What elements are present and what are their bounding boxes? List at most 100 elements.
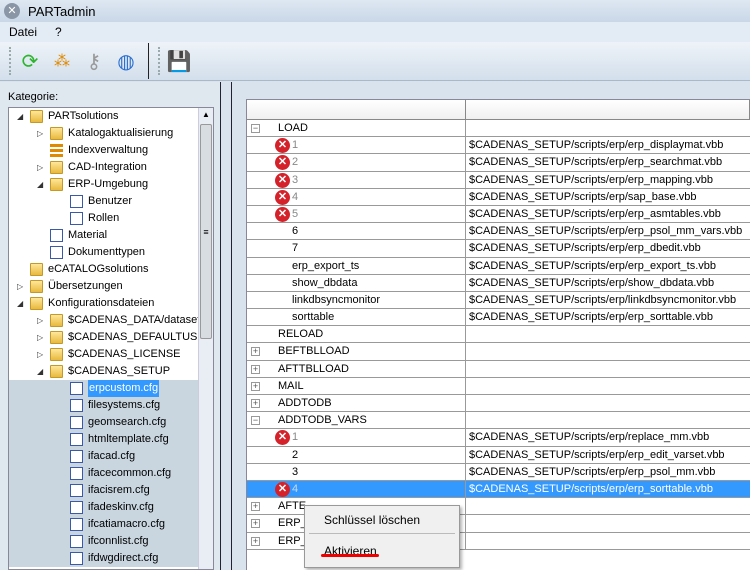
scrollbar-thumb[interactable]: ≡ [200,124,212,339]
tree-item[interactable]: ▷ $CADENAS_DATA/datasetup [9,312,213,329]
key-cell[interactable]: − ADDTODB_VARS [247,412,466,429]
tree-item[interactable]: ◢ Konfigurationsdateien [9,295,199,312]
key-cell[interactable]: + BEFTBLLOAD [247,343,466,360]
key-cell[interactable]: ✕ 2 [247,154,466,171]
collapse-icon[interactable]: ◢ [17,108,25,125]
expand-icon[interactable]: ▷ [37,125,45,142]
key-cell[interactable]: 6 [247,223,466,240]
grid-row[interactable]: ✕ 1 $CADENAS_SETUP/scripts/erp/replace_mm.… [247,429,750,447]
grid-row[interactable]: + MAIL [247,377,750,395]
update-globe-icon[interactable]: ◍ [113,48,139,74]
key-cell[interactable]: + MAIL [247,377,466,394]
key-cell[interactable]: + ADDTODB [247,395,466,412]
key-cell[interactable]: ✕ 1 [247,137,466,154]
save-icon[interactable]: 💾 [166,48,192,74]
value-cell[interactable]: $CADENAS_SETUP/scripts/erp/erp_dbedit.vb… [466,240,750,256]
key-cell[interactable]: 7 [247,240,466,257]
grid-row[interactable]: sorttable $CADENAS_SETUP/scripts/erp/erp_… [247,309,750,327]
value-cell[interactable]: $CADENAS_SETUP/scripts/erp/erp_sorttable… [466,481,750,497]
column-header-key[interactable] [247,100,466,119]
tree-item[interactable]: ◢ $CADENAS_SETUP [9,363,199,380]
value-cell[interactable] [466,395,750,411]
tree-item[interactable]: geomsearch.cfg [9,414,199,431]
value-cell[interactable]: $CADENAS_SETUP/scripts/erp/erp_sorttable… [466,309,750,325]
value-cell[interactable] [466,498,750,514]
value-cell[interactable]: $CADENAS_SETUP/scripts/erp/erp_psol_mm_v… [466,223,750,239]
tree-item[interactable]: ifacecommon.cfg [9,465,199,482]
grid-row[interactable]: linkdbsyncmonitor $CADENAS_SETUP/scripts/… [247,291,750,310]
tree-structure-icon[interactable]: ⁂ [49,48,75,74]
value-cell[interactable] [466,533,750,549]
tree-item[interactable]: htmltemplate.cfg [9,431,199,448]
grid-row[interactable]: − LOAD [247,120,750,138]
key-cell[interactable]: show_dbdata [247,274,466,291]
grid-row[interactable]: show_dbdata $CADENAS_SETUP/scripts/erp/sh… [247,274,750,292]
collapse-icon[interactable]: − [251,124,260,133]
grid-row[interactable]: + BEFTBLLOAD [247,343,750,361]
collapse-icon[interactable]: ◢ [37,176,45,193]
value-cell[interactable] [466,326,750,342]
value-cell[interactable] [466,412,750,428]
key-cell[interactable]: RELOAD [247,326,466,343]
key-cell[interactable]: ✕ 3 [247,171,466,188]
key-cell[interactable]: sorttable [247,309,466,326]
value-cell[interactable]: $CADENAS_SETUP/scripts/erp/replace_mm.vb… [466,429,750,445]
expand-icon[interactable]: ▷ [37,159,45,176]
grid-row[interactable]: 7 $CADENAS_SETUP/scripts/erp/erp_dbedit.v… [247,240,750,258]
tree-item[interactable]: ◢ PARTsolutions [9,108,199,125]
key-cell[interactable]: ✕ 4 [247,188,466,205]
tree-item[interactable]: ifacisrem.cfg [9,482,199,499]
grid-row[interactable]: ✕ 2 $CADENAS_SETUP/scripts/erp/erp_searchm… [247,154,750,172]
key-cell[interactable]: 2 [247,446,466,463]
tree-item[interactable]: Rollen [9,210,199,227]
expand-icon[interactable]: + [251,399,260,408]
grid-row[interactable]: + AFTTBLLOAD [247,360,750,378]
tree-item[interactable]: ▷ $CADENAS_LICENSE [9,346,199,363]
tree-item[interactable]: ◢ ERP-Umgebung [9,176,199,193]
tree-item[interactable]: filesystems.cfg [9,397,199,414]
grid-row[interactable]: ✕ 4 $CADENAS_SETUP/scripts/erp/sap_base.vb… [247,188,750,206]
refresh-icon[interactable]: ⟳ [17,48,43,74]
grid-row[interactable]: 2 $CADENAS_SETUP/scripts/erp/erp_edit_var… [247,446,750,464]
column-header-value[interactable] [466,100,750,119]
value-cell[interactable]: $CADENAS_SETUP/scripts/erp/erp_displayma… [466,137,750,153]
value-cell[interactable]: $CADENAS_SETUP/scripts/erp/show_dbdata.v… [466,275,750,291]
tree-item[interactable]: erpcustom.cfg [9,380,199,397]
tree-item[interactable]: ifcatiamacro.cfg [9,516,199,533]
expand-icon[interactable]: ▷ [37,346,45,363]
expand-icon[interactable]: ▷ [37,329,45,346]
tree-item[interactable]: Benutzer [9,193,199,210]
value-cell[interactable]: $CADENAS_SETUP/scripts/erp/erp_edit_vars… [466,447,750,463]
value-cell[interactable]: $CADENAS_SETUP/scripts/erp/erp_export_ts… [466,258,750,274]
grid-row[interactable]: 3 $CADENAS_SETUP/scripts/erp/erp_psol_mm.… [247,463,750,481]
value-cell[interactable]: $CADENAS_SETUP/scripts/erp/erp_mapping.v… [466,172,750,188]
tree-item[interactable]: ▷ CAD-Integration [9,159,199,176]
tree-item[interactable]: ifacad.cfg [9,448,199,465]
key-cell[interactable]: + AFTTBLLOAD [247,360,466,377]
value-cell[interactable] [466,361,750,377]
value-cell[interactable] [466,343,750,359]
expand-icon[interactable]: + [251,519,260,529]
expand-icon[interactable]: + [251,536,260,546]
grid-row[interactable]: RELOAD [247,326,750,344]
key-cell[interactable]: ✕ 5 [247,205,466,223]
tree-item[interactable]: ▷ Übersetzungen [9,278,199,295]
value-cell[interactable]: $CADENAS_SETUP/scripts/erp/erp_asmtables… [466,206,750,222]
key-cell[interactable]: erp_export_ts [247,257,466,274]
value-cell[interactable] [466,378,750,394]
tree-item[interactable]: eCATALOGsolutions [9,261,199,278]
grid-row[interactable]: ✕ 3 $CADENAS_SETUP/scripts/erp/erp_mapping… [247,171,750,189]
value-cell[interactable]: $CADENAS_SETUP/scripts/erp/erp_psol_mm.v… [466,464,750,480]
grid-row[interactable]: ✕ 1 $CADENAS_SETUP/scripts/erp/erp_display… [247,137,750,155]
scroll-up-icon[interactable]: ▲ [202,110,210,119]
tree-item[interactable]: Indexverwaltung [9,142,199,159]
toolbar-grip[interactable] [158,47,160,75]
expand-icon[interactable]: ▷ [17,278,25,295]
tree-item[interactable]: Dokumenttypen [9,244,199,261]
expand-icon[interactable]: + [251,364,260,374]
key-cell[interactable]: 3 [247,463,466,480]
expand-icon[interactable]: + [251,347,260,357]
value-cell[interactable]: $CADENAS_SETUP/scripts/erp/sap_base.vbb [466,189,750,205]
tree-item[interactable]: ifdwgdirect.cfg [9,550,199,567]
key-cell[interactable]: − LOAD [247,120,466,137]
